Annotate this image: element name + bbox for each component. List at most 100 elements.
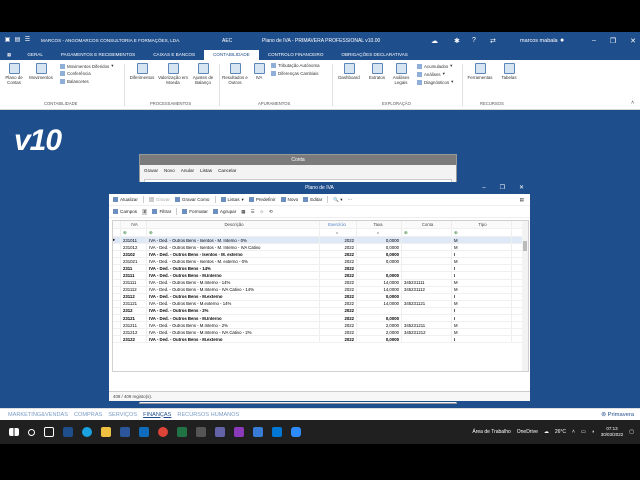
star-icon[interactable]: ☆	[260, 209, 264, 215]
listas-button[interactable]: Listas ▾	[220, 197, 244, 203]
windows-start-icon[interactable]	[9, 428, 19, 436]
filter-descricao-icon[interactable]: ⊕	[147, 229, 320, 236]
col-iva[interactable]: IVA	[121, 221, 147, 228]
editar-button[interactable]: Editar	[303, 197, 322, 202]
table-row[interactable]: 23111 IVA - Ded. - Outros Bens - M.Intern…	[113, 272, 528, 280]
grid-icon[interactable]: ▦	[241, 209, 245, 215]
campos-button[interactable]: Campos	[113, 209, 137, 214]
analises-legais-button[interactable]: Análises Legais	[390, 63, 412, 85]
conta-anular-button[interactable]: Anular	[181, 168, 194, 173]
tab-contabilidade[interactable]: CONTABILIDADE	[204, 50, 259, 60]
primavera-app-icon[interactable]	[63, 427, 73, 437]
table-row[interactable]: 2312 IVA - Ded. - Outros Bens - 2% 2022 I	[113, 307, 528, 316]
filtrar-button[interactable]: Filtrar	[152, 209, 171, 214]
table-row[interactable]: 23122 IVA - Ded. - Outros Bens - M.extern…	[113, 336, 528, 344]
app-icon[interactable]	[253, 427, 263, 437]
dialog-close-button[interactable]: ✕	[519, 183, 524, 194]
diagnosticos-button[interactable]: Diagnósticos ▾	[417, 79, 453, 85]
table-row[interactable]: 231211 IVA - Ded. - Outros Bens - M.Inter…	[113, 322, 528, 330]
menu-icon[interactable]: ☰	[24, 37, 31, 44]
table-row[interactable]: 231012 IVA - Ded. - Outros Bens - Isentos…	[113, 244, 528, 252]
save-icon[interactable]: ▤	[14, 37, 21, 44]
table-row[interactable]: 23112 IVA - Ded. - Outros Bens - M.extern…	[113, 293, 528, 301]
ajustes-button[interactable]: Ajustes de Balanço	[189, 63, 217, 85]
table-row[interactable]: ▸ 231011 IVA - Ded. - Outros Bens - Isento…	[113, 237, 528, 245]
filter-conta-icon[interactable]: ⊕	[402, 229, 452, 236]
outlook-icon[interactable]	[139, 427, 149, 437]
teams-icon[interactable]	[215, 427, 225, 437]
table-row[interactable]: 2311 IVA - Ded. - Outros Bens - 14% 2022 I	[113, 265, 528, 273]
collapse-ribbon-icon[interactable]: ˄	[631, 100, 634, 106]
layout-icon[interactable]: ▤	[520, 197, 524, 203]
minimize-button[interactable]: –	[592, 37, 596, 45]
restore-button[interactable]: ❐	[610, 37, 616, 45]
cloud-icon[interactable]: ☁	[431, 37, 438, 45]
dialog-restore-button[interactable]: ❐	[500, 183, 505, 194]
options-icon[interactable]: ⋯	[348, 197, 353, 203]
filter-toggle-icon[interactable]: ⊻	[142, 208, 148, 215]
module-servicos[interactable]: SERVIÇOS	[108, 412, 137, 418]
col-taxa[interactable]: Taxa	[357, 221, 402, 228]
table-row[interactable]: 23102 IVA - Ded. - Outros Bens - Isentos …	[113, 251, 528, 259]
rows-icon[interactable]: ☰	[251, 209, 255, 215]
notifications-icon[interactable]: ▢	[629, 429, 634, 435]
diferencas-button[interactable]: Diferenças Cambiais	[271, 71, 319, 76]
help-icon[interactable]: ?	[472, 37, 476, 44]
col-descricao[interactable]: Descrição	[147, 221, 320, 228]
table-row[interactable]: 231121 IVA - Ded. - Outros Bens - M.exter…	[113, 300, 528, 308]
balancetes-button[interactable]: Balancetes	[60, 79, 89, 84]
area-trabalho-label[interactable]: Área de Trabalho	[472, 429, 510, 435]
dashboard-button[interactable]: Dashboard	[335, 63, 363, 80]
task-view-icon[interactable]	[44, 427, 54, 437]
acumulados-button[interactable]: Acumulados ▾	[417, 63, 452, 69]
filter-tipo-icon[interactable]: ⊕	[452, 229, 512, 236]
tray-arrow-icon[interactable]: ˄	[572, 429, 575, 435]
tab-controlo[interactable]: CONTROLO FINANCEIRO	[259, 50, 333, 60]
agrupar-button[interactable]: Agrupar	[212, 209, 236, 214]
photos-icon[interactable]	[234, 427, 244, 437]
tab-geral[interactable]: GERAL	[18, 50, 52, 60]
diferimentos-button[interactable]: Diferimentos	[127, 63, 157, 80]
word-icon[interactable]	[120, 427, 130, 437]
grid-scrollbar[interactable]	[522, 221, 528, 371]
chrome-icon[interactable]	[158, 427, 168, 437]
conta-novo-button[interactable]: Novo	[164, 168, 175, 173]
app-icon[interactable]: ▣	[4, 37, 11, 44]
col-tipo[interactable]: Tipo	[452, 221, 512, 228]
close-button[interactable]: ✕	[630, 37, 636, 45]
formatar-button[interactable]: Formatar	[182, 209, 208, 214]
company-selector[interactable]: MARCOS - ANGOMARCOS CONSULTORIA E FORMAÇ…	[41, 38, 180, 43]
movimentos-button[interactable]: Movimentos	[28, 63, 54, 80]
temperature-label[interactable]: 26°C	[555, 429, 566, 435]
file-explorer-icon[interactable]	[101, 427, 111, 437]
user-name[interactable]: marcos mabala	[520, 38, 558, 44]
tab-file[interactable]: ▦	[0, 50, 18, 60]
table-row[interactable]: 231112 IVA - Ded. - Outros Bens - M.Inter…	[113, 286, 528, 294]
network-icon[interactable]: ▭	[581, 429, 586, 435]
extratos-button[interactable]: Extratos	[365, 63, 389, 80]
conta-gravar-button[interactable]: Gravar	[144, 168, 158, 173]
volume-icon[interactable]: ◗	[592, 429, 595, 435]
onedrive-label[interactable]: OneDrive	[517, 429, 538, 435]
analises-button[interactable]: Análises ▾	[417, 71, 445, 77]
aec-selector[interactable]: AEC	[222, 38, 232, 44]
store-icon[interactable]	[196, 427, 206, 437]
filter-taxa-icon[interactable]: =	[357, 229, 402, 236]
settings-icon[interactable]: ✱	[454, 37, 460, 45]
tributacao-button[interactable]: Tributação Autónoma	[271, 63, 320, 68]
mail-icon[interactable]	[272, 427, 282, 437]
conferencia-button[interactable]: Conferência	[60, 71, 91, 76]
atualizar-button[interactable]: Atualizar	[113, 197, 138, 202]
iva-button[interactable]: IVA	[251, 63, 267, 80]
conta-listas-button[interactable]: Listas	[200, 168, 212, 173]
table-row[interactable]: 231111 IVA - Ded. - Outros Bens - M.Inter…	[113, 279, 528, 287]
col-conta[interactable]: Conta	[402, 221, 452, 228]
search-icon[interactable]	[28, 428, 35, 436]
sync-icon[interactable]: ⟲	[269, 209, 273, 215]
novo-button[interactable]: Novo	[280, 197, 298, 202]
tab-obrigacoes[interactable]: OBRIGAÇÕES DECLARATIVAS	[332, 50, 416, 60]
table-row[interactable]: 231021 IVA - Ded. - Outros Bens - Isentos…	[113, 258, 528, 266]
gravar-como-button[interactable]: Gravar Como	[174, 197, 210, 202]
tab-pagamentos[interactable]: PAGAMENTOS E RECEBIMENTOS	[52, 50, 144, 60]
ferramentas-button[interactable]: Ferramentas	[465, 63, 495, 80]
